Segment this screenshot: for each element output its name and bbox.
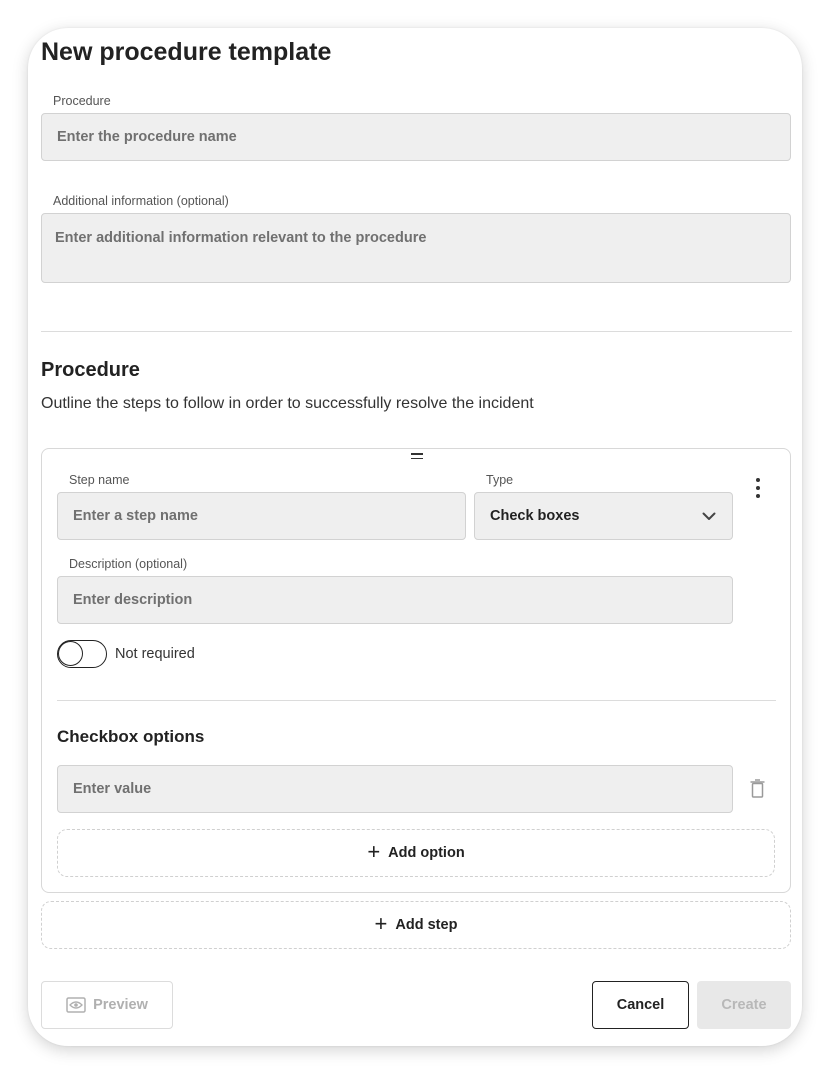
description-input[interactable]: Enter description [57, 576, 733, 624]
procedure-section-title: Procedure [41, 359, 140, 381]
procedure-name-input[interactable]: Enter the procedure name [41, 113, 791, 161]
trash-icon[interactable] [750, 779, 765, 798]
new-procedure-template-dialog: New procedure template Procedure Enter t… [28, 28, 802, 1046]
required-toggle[interactable] [57, 640, 107, 668]
plus-icon: + [367, 839, 381, 864]
add-step-label: Add step [395, 917, 458, 933]
cancel-button[interactable]: Cancel [592, 981, 689, 1029]
procedure-field-label: Procedure [53, 94, 111, 108]
step-card: Step name Enter a step name Type Check b… [41, 448, 791, 893]
step-name-input[interactable]: Enter a step name [57, 492, 466, 540]
dialog-title: New procedure template [41, 38, 332, 66]
toggle-knob [58, 641, 83, 666]
checkbox-options-title: Checkbox options [57, 727, 205, 746]
plus-icon: + [374, 911, 388, 936]
procedure-section-description: Outline the steps to follow in order to … [41, 395, 534, 412]
section-divider [41, 331, 792, 332]
additional-info-textarea[interactable]: Enter additional information relevant to… [41, 213, 791, 283]
step-divider [57, 700, 776, 701]
type-select[interactable]: Check boxes [474, 492, 733, 540]
preview-button[interactable]: Preview [41, 981, 173, 1029]
create-button[interactable]: Create [697, 981, 791, 1029]
more-vertical-icon[interactable] [754, 478, 762, 498]
option-value-input[interactable]: Enter value [57, 765, 733, 813]
type-select-value: Check boxes [490, 508, 580, 524]
required-toggle-label: Not required [115, 646, 195, 662]
add-step-button[interactable]: + Add step [41, 901, 791, 949]
drag-handle-icon[interactable] [411, 453, 423, 461]
add-option-button[interactable]: + Add option [57, 829, 775, 877]
description-label: Description (optional) [69, 557, 188, 571]
step-name-label: Step name [69, 473, 130, 487]
type-label: Type [486, 473, 514, 487]
preview-label: Preview [93, 997, 148, 1013]
add-option-label: Add option [388, 845, 465, 861]
chevron-down-icon [702, 512, 716, 520]
additional-info-label: Additional information (optional) [53, 194, 229, 208]
preview-icon [66, 997, 86, 1013]
